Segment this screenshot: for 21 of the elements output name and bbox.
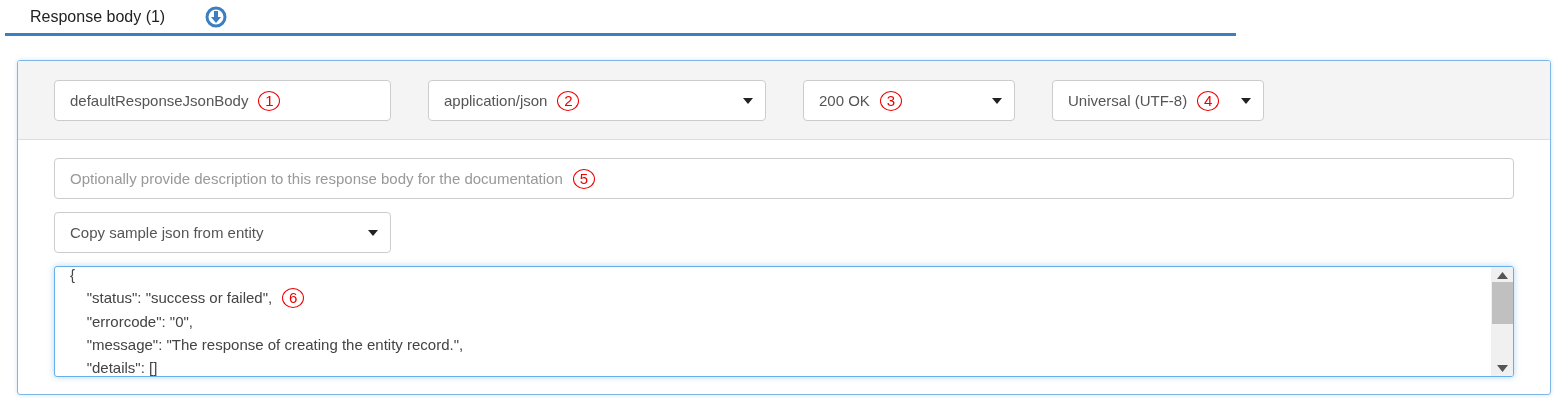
- caret-icon: [992, 97, 1002, 104]
- dropdown[interactable]: 200 OK 3: [803, 80, 1015, 121]
- caret-icon: [1241, 97, 1251, 104]
- code-line: "errorcode": "0",: [85, 311, 193, 332]
- scroll-down-icon[interactable]: [1496, 365, 1508, 372]
- dropdown[interactable]: Copy sample json from entity: [54, 212, 391, 253]
- caret-icon: [368, 229, 378, 236]
- tab[interactable]: Response body (1): [5, 0, 166, 33]
- text-field[interactable]: defaultResponseJsonBody 1: [54, 80, 391, 121]
- code-line: "message": "The response of creating the entity record.",: [85, 334, 464, 355]
- scroll-up-icon[interactable]: [1496, 272, 1508, 279]
- code-line: "details": []: [85, 358, 158, 376]
- code-line: "status": "success or failed",: [85, 288, 273, 309]
- dropdown[interactable]: Universal (UTF-8) 4: [1052, 80, 1264, 121]
- scrollbar[interactable]: [1491, 267, 1513, 376]
- download-icon[interactable]: [205, 5, 228, 28]
- dropdown[interactable]: application/json 2: [428, 80, 766, 121]
- code-line: {: [70, 267, 75, 285]
- caret-icon: [743, 97, 753, 104]
- json-editor[interactable]: { "status": "success or failed", 6 "errorcode": "0", "message": "The response of creating the entity record.", "details": []: [54, 266, 1514, 377]
- description-field[interactable]: Optionally provide description to this response body for the documentation 5: [54, 158, 1514, 199]
